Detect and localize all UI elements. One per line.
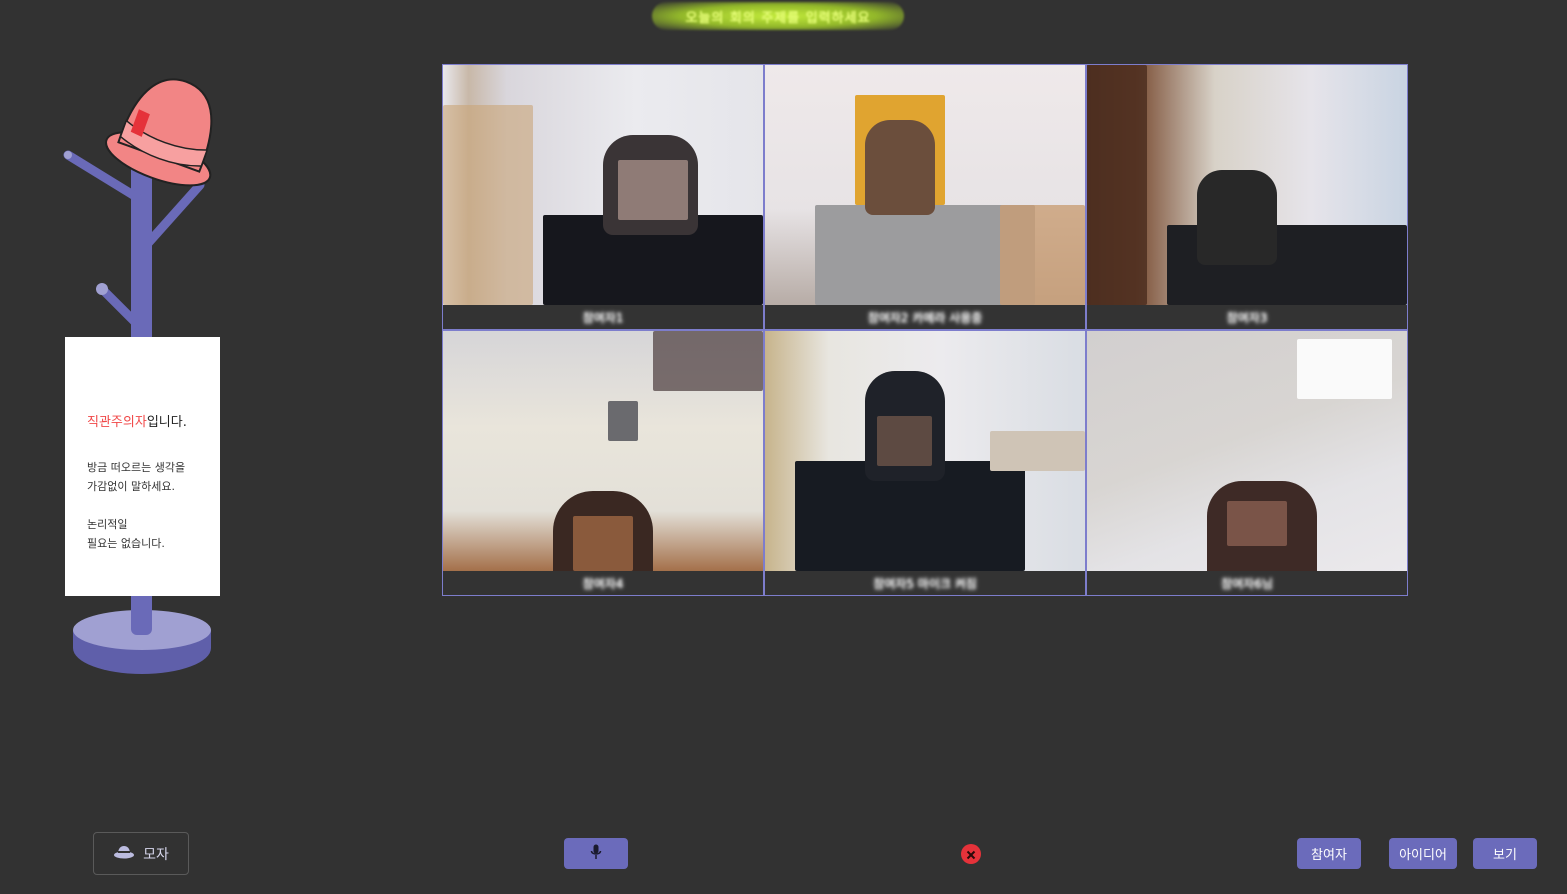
participant-tile[interactable]: 참여자4 [442, 330, 764, 596]
participant-tile[interactable]: 참여자2 카메라 사용중 [764, 64, 1086, 330]
participant-video [443, 65, 763, 305]
participant-name: 참여자1 [582, 310, 624, 325]
participant-video [765, 65, 1085, 305]
participant-name-bar: 참여자5 마이크 켜짐 [765, 571, 1085, 595]
leave-meeting-button[interactable] [961, 844, 981, 864]
participant-video [1087, 331, 1407, 571]
participant-tile[interactable]: 참여자5 마이크 켜짐 [764, 330, 1086, 596]
microphone-button[interactable] [564, 838, 628, 869]
hat-icon [113, 845, 135, 863]
participant-tile[interactable]: 참여자3 [1086, 64, 1408, 330]
role-description-gap [87, 496, 220, 515]
view-button[interactable]: 보기 [1473, 838, 1537, 869]
participant-name-bar: 참여자1 [443, 305, 763, 329]
participant-name-bar: 참여자2 카메라 사용중 [765, 305, 1085, 329]
hat-button-label: 모자 [143, 846, 169, 863]
role-sign: 직관주의자입니다. 방금 떠오르는 생각을 가감없이 말하세요. 논리적일 필요… [65, 337, 220, 596]
participant-name: 참여자5 마이크 켜짐 [873, 576, 977, 591]
close-circle-icon [966, 845, 976, 864]
participant-name: 참여자6님 [1221, 576, 1273, 591]
video-grid: 참여자1 참여자2 카메라 사용중 참여자3 참여자4 참여자5 마이크 켜짐 … [442, 64, 1408, 596]
participant-name-bar: 참여자3 [1087, 305, 1407, 329]
participant-name-bar: 참여자6님 [1087, 571, 1407, 595]
participants-button[interactable]: 참여자 [1297, 838, 1361, 869]
participant-tile[interactable]: 참여자6님 [1086, 330, 1408, 596]
hat-stand: 직관주의자입니다. 방금 떠오르는 생각을 가감없이 말하세요. 논리적일 필요… [0, 0, 260, 700]
participant-video [765, 331, 1085, 571]
hat-button[interactable]: 모자 [93, 832, 189, 875]
role-name: 직관주의자 [87, 415, 147, 430]
role-description-line: 논리적일 [87, 518, 128, 531]
role-suffix: 입니다. [146, 415, 187, 430]
participant-tile[interactable]: 참여자1 [442, 64, 764, 330]
participant-name: 참여자3 [1226, 310, 1268, 325]
ideas-button[interactable]: 아이디어 [1389, 838, 1457, 869]
participant-name: 참여자4 [582, 576, 624, 591]
role-description-line: 가감없이 말하세요. [87, 480, 175, 493]
role-description-line: 방금 떠오르는 생각을 [87, 461, 186, 474]
microphone-icon [590, 844, 602, 864]
role-title: 직관주의자입니다. [87, 411, 220, 430]
role-description-line: 필요는 없습니다. [87, 537, 165, 550]
red-hat-icon [105, 78, 213, 187]
participant-name-bar: 참여자4 [443, 571, 763, 595]
participant-video [1087, 65, 1407, 305]
room-title: 오늘의 회의 주제를 입력하세요 [652, 2, 904, 30]
participant-video [443, 331, 763, 571]
participant-name: 참여자2 카메라 사용중 [867, 310, 983, 325]
